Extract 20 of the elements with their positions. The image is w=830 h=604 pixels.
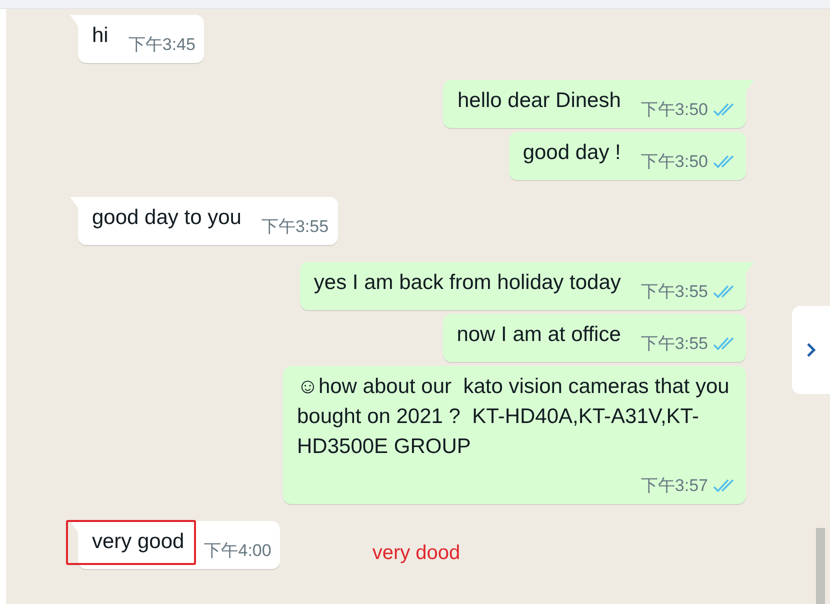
annotation-text: very dood	[372, 542, 460, 565]
message-time: 下午3:55	[640, 281, 708, 303]
message-time: 下午3:45	[128, 34, 196, 56]
next-button[interactable]	[792, 306, 830, 394]
message-time: 下午3:57	[640, 475, 708, 497]
message-text: yes I am back from holiday today	[314, 271, 621, 294]
chevron-right-icon	[806, 342, 816, 358]
message-time: 下午4:00	[204, 540, 272, 562]
message-text: ☺how about our kato vision cameras that you bought on 2021 ? KT-HD40A,KT-A31V,KT-HD3500E GROUP	[297, 375, 730, 458]
message-text: good day to you	[92, 206, 242, 229]
message-time: 下午3:50	[640, 99, 708, 121]
message-time: 下午3:50	[640, 151, 708, 173]
scrollbar[interactable]	[816, 528, 825, 604]
message-text: hi	[92, 24, 108, 47]
message-text: good day !	[522, 141, 621, 164]
message-text: very good	[92, 530, 184, 553]
message-text: hello dear Dinesh	[457, 89, 621, 112]
message-time: 下午3:55	[261, 216, 329, 238]
message-time: 下午3:55	[640, 333, 708, 355]
message-text: now I am at office	[456, 323, 621, 346]
